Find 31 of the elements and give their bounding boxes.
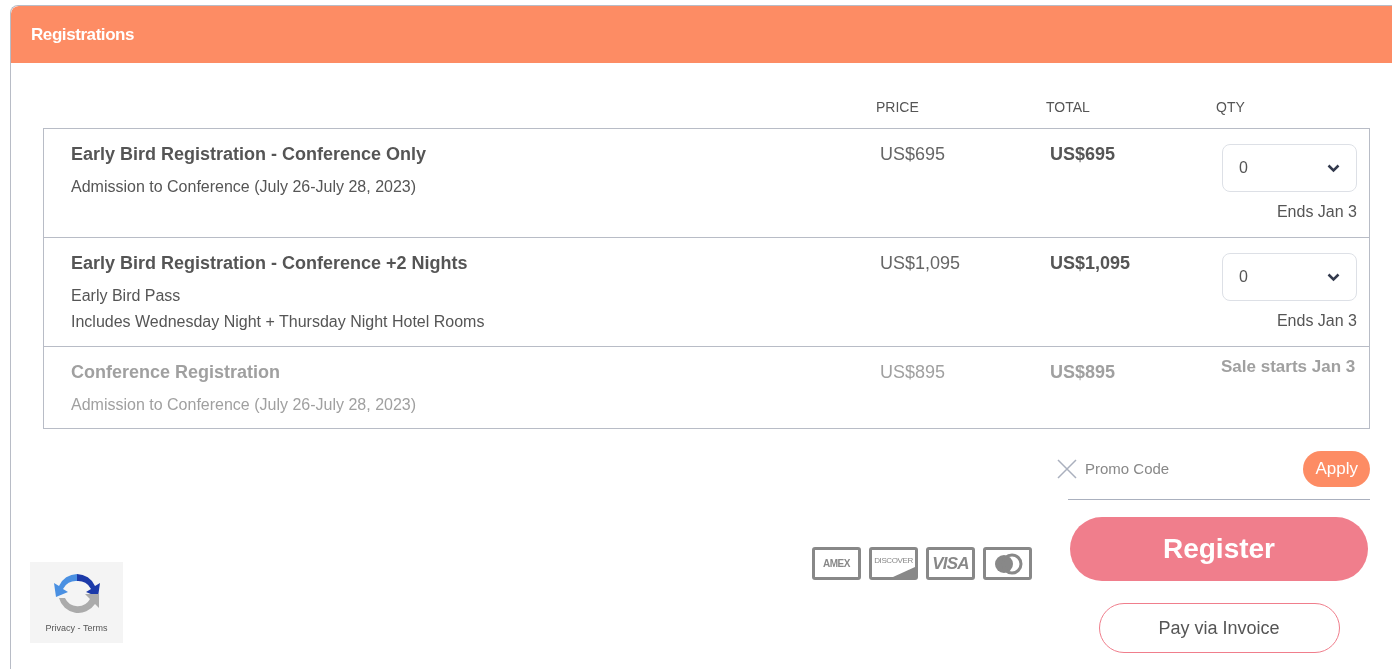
column-header: PRICE bbox=[876, 99, 919, 115]
ticket-name: Conference Registration bbox=[71, 361, 282, 384]
ticket-total: US$695 bbox=[1050, 144, 1116, 164]
ticket-total: US$1,095 bbox=[1050, 253, 1131, 273]
mastercard-logo bbox=[983, 547, 1032, 580]
discover-logo: DISCOVER bbox=[869, 547, 918, 580]
ticket-name: Early Bird Registration - Conference Only bbox=[71, 143, 428, 166]
close-icon[interactable] bbox=[1056, 458, 1078, 480]
ticket-name: Early Bird Registration - Conference +2 Nights bbox=[71, 252, 469, 275]
column-header: QTY bbox=[1216, 99, 1245, 115]
chevron-down-icon bbox=[1327, 163, 1340, 173]
visa-logo: VISA bbox=[926, 547, 975, 580]
ticket-price: US$695 bbox=[880, 144, 946, 164]
privacy-terms-text[interactable]: Privacy - Terms bbox=[45, 622, 108, 636]
ticket-total: US$895 bbox=[1050, 362, 1116, 382]
ticket-description: Admission to Conference (July 26-July 28, 2023) bbox=[71, 177, 418, 197]
sale-end-text: Ends Jan 3 bbox=[1276, 202, 1357, 222]
ticket-price: US$895 bbox=[880, 362, 946, 382]
amex-logo: AMEX bbox=[812, 547, 861, 580]
ticket-price: US$1,095 bbox=[880, 253, 961, 273]
quantity-select[interactable]: 0 bbox=[1222, 144, 1357, 192]
ticket-description: Early Bird Pass bbox=[71, 286, 182, 306]
chevron-down-icon bbox=[1327, 272, 1340, 282]
column-header: TOTAL bbox=[1046, 99, 1090, 115]
panel-title: Registrations bbox=[31, 23, 135, 46]
sale-start-text: Sale starts Jan 3 bbox=[1221, 359, 1357, 375]
ticket-description: Includes Wednesday Night + Thursday Night Hotel Rooms bbox=[71, 312, 486, 332]
promo-code-field[interactable]: Promo Code bbox=[1085, 457, 1304, 481]
quantity-select[interactable]: 0 bbox=[1222, 253, 1357, 301]
sale-end-text: Ends Jan 3 bbox=[1276, 311, 1357, 331]
ticket-description: Admission to Conference (July 26-July 28, 2023) bbox=[71, 395, 418, 415]
